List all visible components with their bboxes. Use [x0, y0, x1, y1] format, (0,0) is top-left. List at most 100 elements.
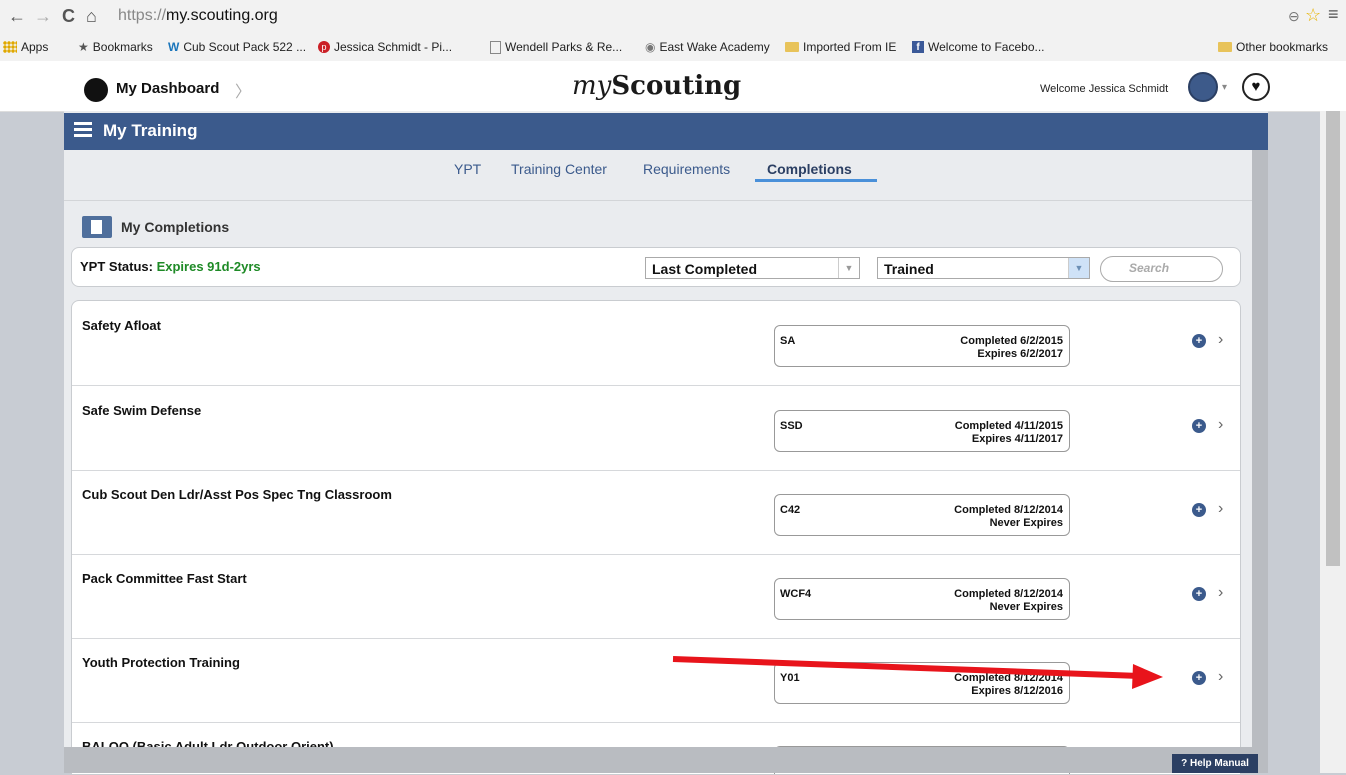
bookmark-label: Cub Scout Pack 522 ... [183, 40, 307, 54]
other-bookmarks-label: Other bookmarks [1236, 40, 1329, 54]
expires-date: Expires 6/2/2017 [977, 348, 1063, 360]
expires-date: Never Expires [989, 601, 1063, 613]
course-title: Youth Protection Training [82, 655, 240, 670]
zoom-icon[interactable]: ⊖ [1288, 8, 1300, 25]
chevron-right-icon[interactable]: › [1218, 668, 1223, 686]
apps-grid-icon [3, 41, 17, 53]
completion-box: SSD Completed 4/11/2015 Expires 4/11/201… [774, 410, 1070, 452]
bookmark-facebook[interactable]: f Welcome to Facebo... [912, 40, 1045, 54]
heart-icon[interactable]: ♥ [1242, 73, 1270, 101]
bookmark-wendell[interactable]: Wendell Parks & Re... [490, 40, 622, 54]
help-label: Help Manual [1189, 758, 1249, 769]
bookmark-label: Bookmarks [92, 40, 153, 54]
help-manual-button[interactable]: ? Help Manual [1172, 754, 1258, 773]
sort-select-value: Last Completed [652, 261, 758, 277]
other-bookmarks[interactable]: Other bookmarks [1218, 40, 1328, 54]
chevron-right-icon[interactable]: › [1218, 416, 1223, 434]
bookmark-east-wake[interactable]: ◉ East Wake Academy [645, 40, 770, 54]
plus-icon[interactable]: + [1192, 419, 1206, 433]
reload-button[interactable]: C [62, 6, 75, 27]
tab-requirements[interactable]: Requirements [643, 161, 730, 177]
tab-ypt[interactable]: YPT [454, 161, 481, 177]
pinterest-icon: p [318, 41, 330, 53]
forward-button[interactable]: → [34, 6, 52, 27]
course-title: Pack Committee Fast Start [82, 571, 247, 586]
chevron-right-icon[interactable]: › [1218, 584, 1223, 602]
plus-icon[interactable]: + [1192, 587, 1206, 601]
avatar[interactable] [1188, 72, 1218, 102]
bookmark-bookmarks[interactable]: ★ Bookmarks [78, 40, 153, 54]
completed-date: Completed 4/11/2015 [954, 420, 1063, 432]
bookmark-apps[interactable]: Apps [3, 40, 48, 54]
home-button[interactable]: ⌂ [86, 6, 97, 27]
bookmark-pinterest[interactable]: p Jessica Schmidt - Pi... [318, 40, 452, 54]
sort-select[interactable]: Last Completed ▼ [645, 257, 860, 279]
course-title: Safety Afloat [82, 318, 161, 333]
list-item[interactable]: Cub Scout Den Ldr/Asst Pos Spec Tng Clas… [72, 470, 1240, 555]
hamburger-menu-icon[interactable] [74, 122, 92, 138]
address-bar[interactable]: https://my.scouting.org [118, 7, 278, 25]
plus-icon[interactable]: + [1192, 671, 1206, 685]
completed-date: Completed 8/12/2014 [954, 672, 1063, 684]
chevron-right-icon[interactable]: › [1218, 331, 1223, 349]
course-code: SSD [780, 420, 803, 432]
chevron-down-icon[interactable]: ▾ [1222, 82, 1227, 93]
completed-date: Completed 8/12/2014 [954, 588, 1063, 600]
expires-date: Expires 8/12/2016 [971, 685, 1063, 697]
bookmark-label: Jessica Schmidt - Pi... [334, 40, 453, 54]
page-icon [490, 40, 501, 54]
bookmark-label: Wendell Parks & Re... [505, 40, 623, 54]
list-item[interactable]: Safe Swim Defense SSD Completed 4/11/201… [72, 386, 1240, 471]
brand-logo[interactable]: myScouting [572, 71, 741, 101]
menu-icon[interactable]: ≡ [1328, 4, 1339, 25]
tab-completions[interactable]: Completions [767, 161, 852, 177]
ypt-status-value: Expires 91d-2yrs [156, 259, 261, 274]
ypt-status: YPT Status: Expires 91d-2yrs [80, 259, 261, 274]
scouting-logo-icon[interactable] [84, 78, 108, 102]
completion-box: SA Completed 6/2/2015 Expires 6/2/2017 [774, 325, 1070, 367]
completed-date: Completed 6/2/2015 [960, 335, 1063, 347]
facebook-icon: f [912, 41, 924, 53]
brand-my: my [572, 71, 612, 101]
url-scheme: https:// [118, 7, 167, 24]
search-input[interactable]: Search [1100, 256, 1223, 282]
bookmark-label: Welcome to Facebo... [928, 40, 1045, 54]
chevron-down-icon: ▼ [1068, 258, 1089, 278]
tab-training-center[interactable]: Training Center [511, 161, 607, 177]
ypt-status-label: YPT Status: [80, 259, 153, 274]
dashboard-link[interactable]: My Dashboard [116, 80, 219, 97]
back-button[interactable]: ← [8, 6, 26, 27]
course-code: C42 [780, 504, 801, 516]
bookmark-label: East Wake Academy [659, 40, 770, 54]
completion-box: WCF4 Completed 8/12/2014 Never Expires [774, 578, 1070, 620]
folder-icon [785, 42, 799, 52]
list-item[interactable]: Safety Afloat SA Completed 6/2/2015 Expi… [72, 301, 1240, 386]
status-filter-select[interactable]: Trained ▼ [877, 257, 1090, 279]
chevron-right-icon: 〉 [235, 84, 252, 101]
plus-icon[interactable]: + [1192, 334, 1206, 348]
page-title: My Training [103, 121, 198, 140]
welcome-text: Welcome Jessica Schmidt [1040, 83, 1169, 95]
globe-icon: ◉ [645, 40, 656, 54]
list-item[interactable]: Pack Committee Fast Start WCF4 Completed… [72, 554, 1240, 639]
bookmark-imported[interactable]: Imported From IE [785, 40, 896, 54]
chevron-down-icon: ▼ [838, 258, 859, 278]
page-scrollbar-thumb[interactable] [1326, 111, 1340, 566]
document-icon [82, 216, 112, 238]
plus-icon[interactable]: + [1192, 503, 1206, 517]
bookmark-cub-scout[interactable]: W Cub Scout Pack 522 ... [168, 40, 306, 54]
bottom-bar [64, 747, 1268, 773]
chevron-right-icon[interactable]: › [1218, 500, 1223, 518]
star-icon[interactable]: ☆ [1305, 5, 1321, 26]
bookmark-label: Imported From IE [803, 40, 897, 54]
panel-scrollbar[interactable] [1252, 150, 1268, 747]
completion-box: Y01 Completed 8/12/2014 Expires 8/12/201… [774, 662, 1070, 704]
course-code: SA [780, 335, 796, 347]
folder-icon [1218, 42, 1232, 52]
url-host: my.scouting.org [166, 7, 278, 24]
course-title: Cub Scout Den Ldr/Asst Pos Spec Tng Clas… [82, 487, 392, 502]
star-icon: ★ [78, 40, 89, 54]
list-item[interactable]: Youth Protection Training Y01 Completed … [72, 638, 1240, 723]
course-title: Safe Swim Defense [82, 403, 202, 418]
section-title: My Completions [121, 219, 230, 235]
